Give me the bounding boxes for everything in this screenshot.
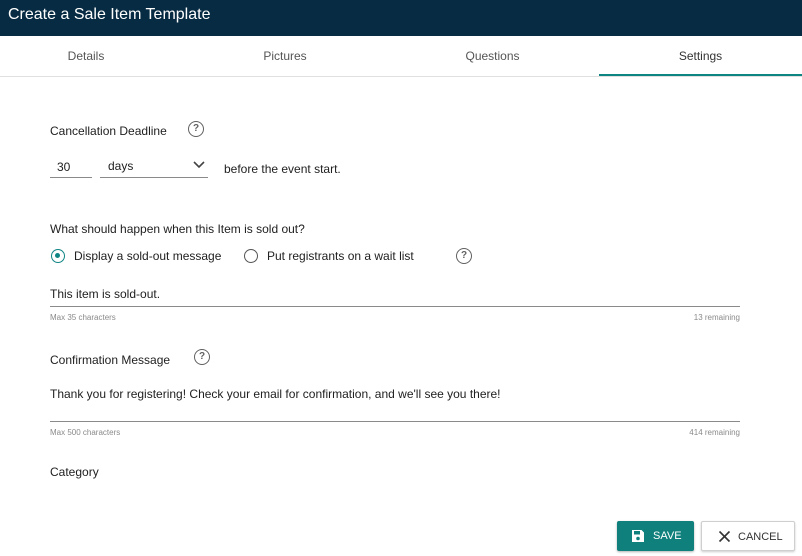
window-title: Create a Sale Item Template (8, 6, 211, 23)
question-circle-icon[interactable]: ? (188, 121, 204, 137)
cancel-button[interactable]: CANCEL (701, 521, 795, 551)
cancellation-amount-input[interactable]: 30 (50, 158, 92, 178)
chevron-down-icon (193, 161, 205, 169)
close-icon (718, 530, 731, 543)
sold-out-hint: Max 35 characters (50, 313, 116, 322)
tab-details[interactable]: Details (0, 36, 172, 76)
radio-wait-list-label: Put registrants on a wait list (267, 249, 414, 263)
save-button[interactable]: SAVE (617, 521, 694, 551)
sold-out-message-input[interactable]: This item is sold-out. (50, 287, 740, 307)
active-tab-indicator (599, 74, 802, 76)
category-label: Category (50, 465, 99, 479)
tab-bar: Details Pictures Questions Settings (0, 36, 802, 77)
sold-out-remaining: 13 remaining (693, 313, 740, 322)
save-label: SAVE (653, 530, 682, 542)
cancellation-unit-value: days (108, 159, 134, 173)
confirmation-message-input[interactable]: Thank you for registering! Check your em… (50, 387, 740, 422)
confirmation-remaining: 414 remaining (689, 428, 740, 437)
cancellation-deadline-label: Cancellation Deadline (50, 124, 167, 138)
radio-circle (51, 249, 65, 263)
confirmation-message-value: Thank you for registering! Check your em… (50, 387, 501, 401)
confirmation-message-label: Confirmation Message (50, 353, 171, 367)
cancellation-suffix: before the event start. (224, 162, 341, 176)
confirmation-hint: Max 500 characters (50, 428, 121, 437)
sold-out-message-value: This item is sold-out. (50, 287, 161, 301)
title-bar: Create a Sale Item Template (0, 0, 802, 36)
question-circle-icon[interactable]: ? (456, 248, 472, 264)
tab-settings[interactable]: Settings (599, 36, 802, 76)
radio-display-sold-out-label: Display a sold-out message (74, 249, 222, 263)
cancellation-unit-select[interactable]: days (100, 158, 208, 178)
sold-out-question: What should happen when this Item is sol… (50, 222, 305, 236)
floppy-disk-icon (632, 530, 644, 542)
tab-pictures[interactable]: Pictures (200, 36, 370, 76)
radio-circle (244, 249, 258, 263)
question-circle-icon[interactable]: ? (194, 349, 210, 365)
cancel-label: CANCEL (738, 531, 783, 543)
tab-questions[interactable]: Questions (400, 36, 585, 76)
